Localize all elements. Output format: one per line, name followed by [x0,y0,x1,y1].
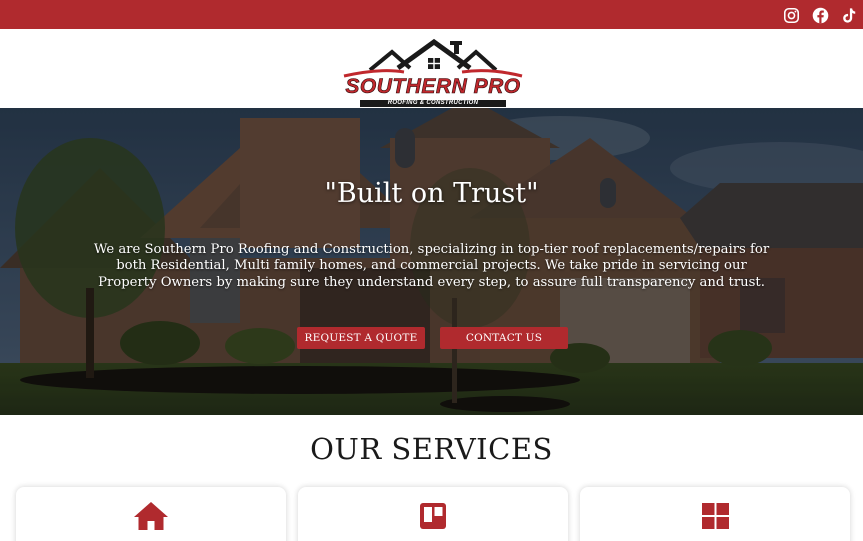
service-card-residential[interactable] [16,487,286,541]
top-bar [0,0,863,29]
service-card-commercial[interactable] [580,487,850,541]
services-heading: OUR SERVICES [310,432,553,466]
instagram-icon[interactable] [781,5,801,25]
company-logo[interactable]: SOUTHERN PRO ROOFING & CONSTRUCTION [340,38,526,108]
tiktok-icon[interactable] [838,5,858,25]
hero-title: "Built on Trust" [324,178,539,209]
service-card-multifamily[interactable] [298,487,568,541]
hero-section: "Built on Trust" We are Southern Pro Roo… [0,108,863,415]
hero-description: We are Southern Pro Roofing and Construc… [93,242,770,290]
roof-logo-icon [343,38,523,78]
logo-tagline: ROOFING & CONSTRUCTION [360,100,506,107]
facebook-icon[interactable] [810,5,830,25]
board-icon [415,501,451,531]
site-header: SOUTHERN PRO ROOFING & CONSTRUCTION [0,29,863,108]
home-icon [133,501,169,531]
logo-company-name: SOUTHERN PRO [345,75,521,99]
contact-us-button[interactable]: CONTACT US [440,327,568,349]
request-quote-button[interactable]: REQUEST A QUOTE [297,327,425,349]
grid-icon [697,501,733,531]
